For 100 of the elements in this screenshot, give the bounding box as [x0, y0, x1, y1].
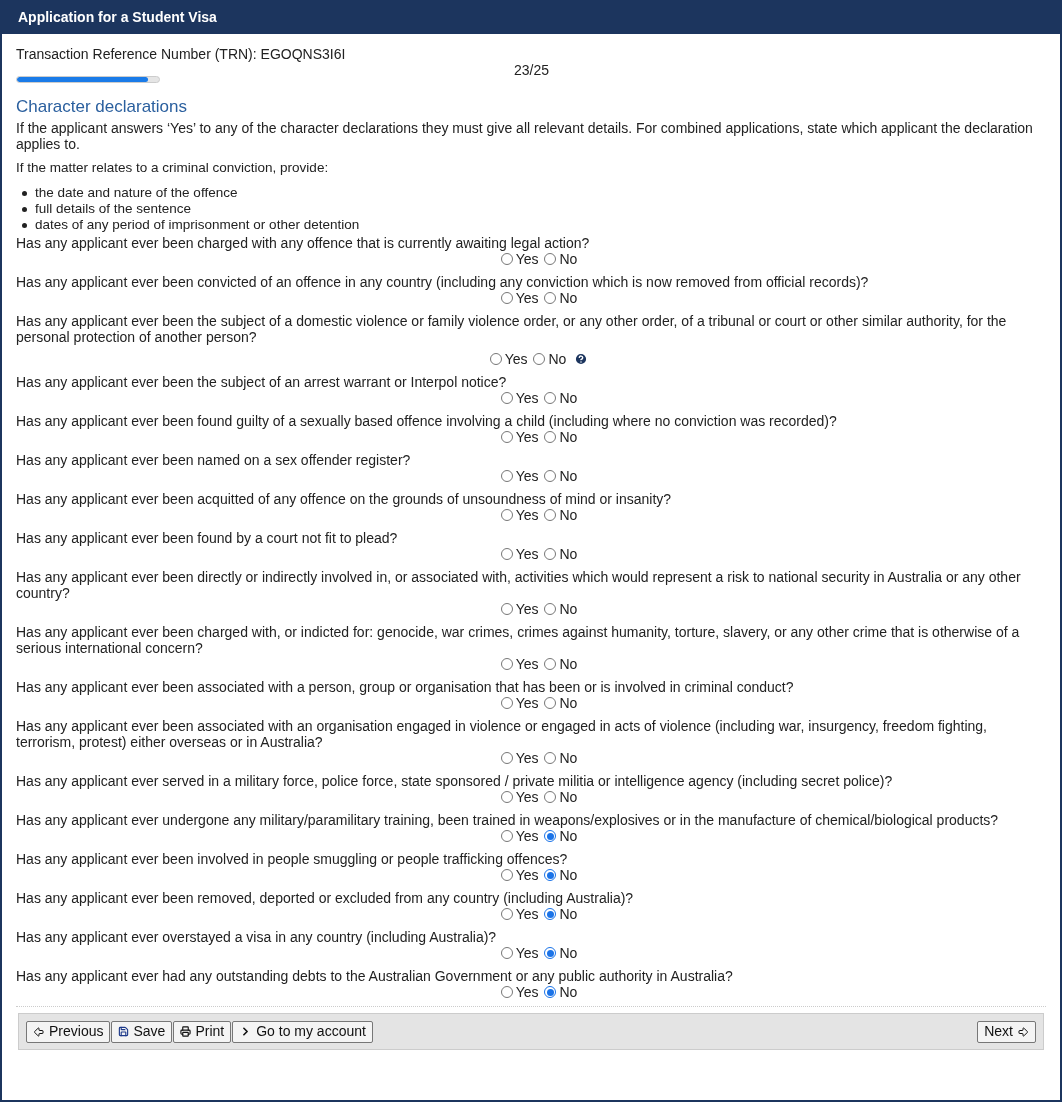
- radio-button[interactable]: [544, 947, 557, 959]
- radio-button[interactable]: [500, 603, 513, 615]
- radio-button[interactable]: [544, 470, 557, 482]
- radio-option[interactable]: No: [544, 789, 578, 805]
- radio-button[interactable]: [544, 392, 557, 404]
- radio-button[interactable]: [500, 908, 513, 920]
- conviction-lead: If the matter relates to a criminal conviction, provide:: [16, 160, 330, 176]
- radio-option[interactable]: Yes: [500, 984, 539, 1000]
- radio-button[interactable]: [544, 548, 557, 560]
- previous-button[interactable]: Previous: [26, 1020, 111, 1043]
- radio-option[interactable]: No: [533, 351, 567, 367]
- radio-option[interactable]: Yes: [500, 695, 539, 711]
- question-text: Has any applicant ever been found by a court not fit to plead?: [16, 530, 399, 546]
- radio-option[interactable]: Yes: [500, 429, 539, 445]
- radio-option[interactable]: Yes: [500, 468, 539, 484]
- radio-option[interactable]: Yes: [500, 906, 539, 922]
- radio-option[interactable]: No: [544, 546, 578, 562]
- radio-option[interactable]: No: [544, 695, 578, 711]
- arrow-right-icon: [1017, 1025, 1029, 1038]
- radio-option[interactable]: No: [544, 906, 578, 922]
- question-text: Has any applicant ever been the subject of a domestic violence or family violence order, or any other order, of a tribunal or court or other similar authority, for the personal protection of another person?: [16, 313, 1008, 345]
- radio-button[interactable]: [544, 292, 557, 304]
- radio-option[interactable]: Yes: [500, 828, 539, 844]
- question-text: Has any applicant ever been named on a sex offender register?: [16, 452, 412, 468]
- question-text: Has any applicant ever been charged with any offence that is currently awaiting legal action?: [16, 235, 591, 251]
- radio-button[interactable]: [500, 830, 513, 842]
- radio-button[interactable]: [500, 470, 513, 482]
- question-text: Has any applicant ever been acquitted of any offence on the grounds of unsoundness of mind or insanity?: [16, 491, 673, 507]
- radio-option[interactable]: No: [544, 828, 578, 844]
- radio-option[interactable]: No: [544, 601, 578, 617]
- question-text: Has any applicant ever had any outstanding debts to the Australian Government or any public authority in Australia?: [16, 968, 734, 984]
- radio-button[interactable]: [544, 752, 557, 764]
- radio-option[interactable]: Yes: [500, 867, 539, 883]
- radio-option[interactable]: Yes: [500, 601, 539, 617]
- radio-button[interactable]: [544, 431, 557, 443]
- save-icon: [118, 1026, 130, 1037]
- radio-option[interactable]: Yes: [500, 507, 539, 523]
- radio-button[interactable]: [500, 986, 513, 998]
- account-button[interactable]: Go to my account: [232, 1020, 373, 1043]
- question-text: Has any applicant ever been removed, deported or excluded from any country (including Australia)?: [16, 890, 635, 906]
- radio-button[interactable]: [500, 697, 513, 709]
- radio-option[interactable]: Yes: [500, 290, 539, 306]
- radio-button[interactable]: [500, 253, 513, 265]
- question-text: Has any applicant ever served in a military force, police force, state sponsored / private militia or intelligence agency (including secret police)?: [16, 773, 894, 789]
- radio-option[interactable]: Yes: [500, 750, 539, 766]
- radio-button[interactable]: [500, 869, 513, 881]
- radio-option[interactable]: No: [544, 429, 578, 445]
- radio-button[interactable]: [500, 431, 513, 443]
- radio-option[interactable]: No: [544, 251, 578, 267]
- radio-button[interactable]: [500, 791, 513, 803]
- radio-option[interactable]: No: [544, 390, 578, 406]
- radio-button[interactable]: [544, 908, 557, 920]
- radio-button[interactable]: [500, 947, 513, 959]
- radio-button[interactable]: [544, 869, 557, 881]
- radio-button[interactable]: [500, 548, 513, 560]
- step-counter: 23/25: [514, 61, 550, 79]
- bullet-text: dates of any period of imprisonment or other detention: [35, 217, 360, 233]
- bullet-text: the date and nature of the offence: [35, 185, 238, 201]
- save-button[interactable]: Save: [111, 1020, 173, 1043]
- radio-option[interactable]: No: [544, 867, 578, 883]
- radio-option[interactable]: Yes: [500, 789, 539, 805]
- question-text: Has any applicant ever been directly or indirectly involved in, or associated with, activities which would represent a risk to national security in Australia or any other country?: [16, 569, 1022, 601]
- radio-button[interactable]: [544, 603, 557, 615]
- radio-option[interactable]: No: [544, 656, 578, 672]
- radio-button[interactable]: [500, 509, 513, 521]
- radio-option[interactable]: No: [544, 750, 578, 766]
- question-text: Has any applicant ever been found guilty of a sexually based offence involving a child (including where no conviction was recorded)?: [16, 413, 838, 429]
- radio-option[interactable]: Yes: [489, 351, 528, 367]
- radio-button[interactable]: [544, 697, 557, 709]
- trn-text: Transaction Reference Number (TRN): EGOQNS3I6I: [16, 46, 347, 63]
- radio-option[interactable]: No: [544, 945, 578, 961]
- radio-option[interactable]: No: [544, 290, 578, 306]
- radio-option[interactable]: No: [544, 468, 578, 484]
- intro-paragraph: If the applicant answers ‘Yes’ to any of the character declarations they must give all relevant details. For combined applications, state which applicant the declaration applies to.: [16, 120, 1034, 152]
- help-icon[interactable]: [574, 352, 589, 366]
- arrow-left-icon: [33, 1025, 45, 1038]
- radio-option[interactable]: No: [544, 507, 578, 523]
- section-title: Character declarations: [16, 97, 189, 117]
- radio-option[interactable]: No: [544, 984, 578, 1000]
- radio-button[interactable]: [500, 752, 513, 764]
- radio-button[interactable]: [544, 253, 557, 265]
- radio-button[interactable]: [544, 791, 557, 803]
- radio-option[interactable]: Yes: [500, 945, 539, 961]
- print-button[interactable]: Print: [173, 1020, 232, 1043]
- radio-button[interactable]: [533, 353, 546, 365]
- radio-button[interactable]: [500, 392, 513, 404]
- radio-button[interactable]: [489, 353, 502, 365]
- radio-button[interactable]: [544, 986, 557, 998]
- radio-option[interactable]: Yes: [500, 251, 539, 267]
- radio-option[interactable]: Yes: [500, 546, 539, 562]
- radio-button[interactable]: [500, 658, 513, 670]
- next-button[interactable]: Next: [977, 1020, 1036, 1043]
- radio-button[interactable]: [500, 292, 513, 304]
- radio-button[interactable]: [544, 509, 557, 521]
- radio-option[interactable]: Yes: [500, 390, 539, 406]
- question-text: Has any applicant ever been convicted of an offence in any country (including any conviction which is now removed from official records)?: [16, 274, 870, 290]
- radio-button[interactable]: [544, 658, 557, 670]
- radio-button[interactable]: [544, 830, 557, 842]
- radio-option[interactable]: Yes: [500, 656, 539, 672]
- question-text: Has any applicant ever overstayed a visa in any country (including Australia)?: [16, 929, 498, 945]
